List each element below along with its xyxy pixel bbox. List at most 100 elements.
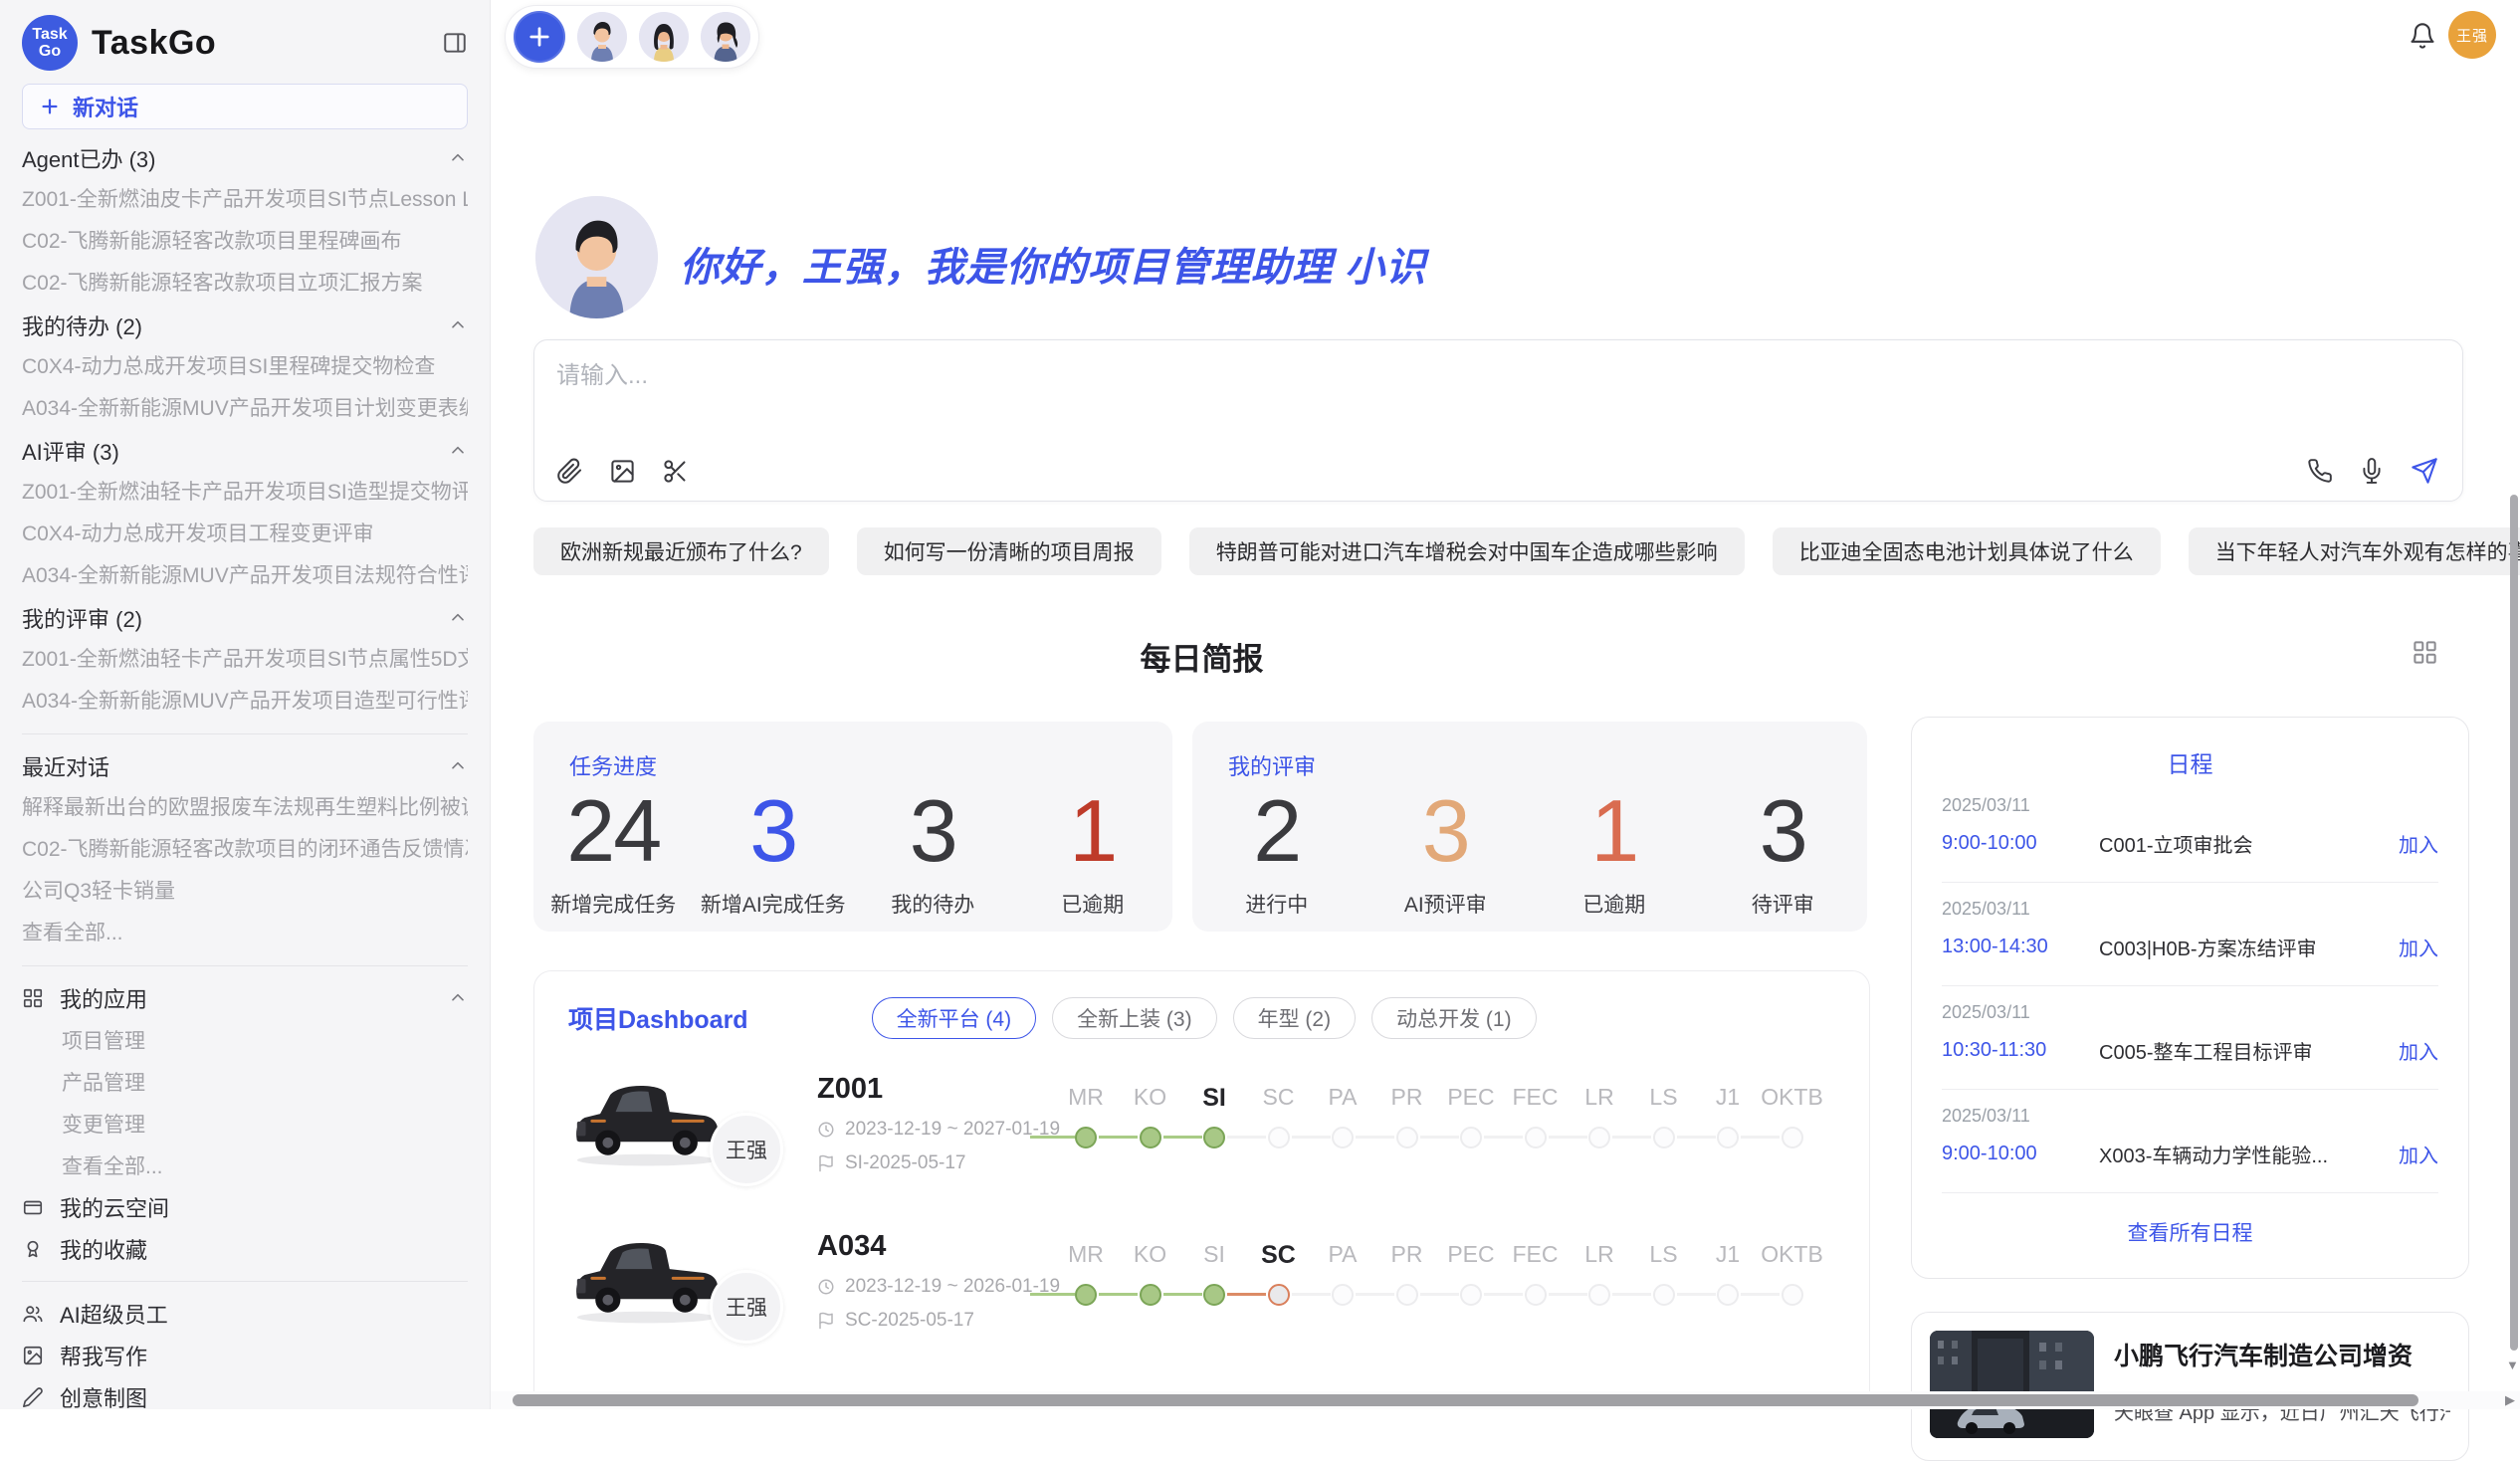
chevron-up-icon[interactable] xyxy=(448,988,468,1008)
project-name: A034 xyxy=(817,1230,886,1263)
layout-grid-icon[interactable] xyxy=(2412,639,2438,666)
news-title: 小鹏飞行汽车制造公司增资 xyxy=(2114,1337,2450,1372)
task-item[interactable]: Z001-全新燃油皮卡产品开发项目SI节点Lesson Learn报告 xyxy=(22,179,468,221)
section-my-review[interactable]: 我的评审 (2) xyxy=(22,597,468,639)
suggestion-chip[interactable]: 当下年轻人对汽车外观有怎样的喜好趋势 xyxy=(2189,527,2520,575)
schedule-date: 2025/03/11 xyxy=(1942,1106,2438,1127)
task-item[interactable]: C02-飞腾新能源轻客改款项目里程碑画布 xyxy=(22,221,402,263)
schedule-date: 2025/03/11 xyxy=(1942,795,2438,816)
scissors-icon[interactable] xyxy=(662,458,689,485)
stat-ai-prereview: 3 AI预评审 xyxy=(1362,787,1531,919)
sidebar-item-cloud-space[interactable]: 我的云空间 xyxy=(22,1186,468,1228)
chevron-up-icon[interactable] xyxy=(448,756,468,776)
join-link[interactable]: 加入 xyxy=(2399,933,2438,961)
milestone-dot xyxy=(1588,1284,1610,1306)
sidebar-item-ai-staff[interactable]: AI超级员工 xyxy=(22,1293,468,1335)
stat-label: 新增AI完成任务 xyxy=(701,889,846,919)
app-item-change-mgmt[interactable]: 变更管理 xyxy=(22,1103,468,1145)
stat-pending-review: 3 待评审 xyxy=(1699,787,1868,919)
stat-value: 3 xyxy=(1760,787,1806,875)
milestone-connector xyxy=(1741,1293,1780,1296)
view-all-apps[interactable]: 查看全部... xyxy=(22,1145,468,1186)
milestone-label: OKTB xyxy=(1753,1241,1832,1268)
logo-text-bottom: Go xyxy=(39,43,61,60)
notification-bell-icon[interactable] xyxy=(2409,22,2436,50)
task-item[interactable]: C0X4-动力总成开发项目工程变更评审 xyxy=(22,514,374,555)
scroll-right-arrow[interactable]: ▶ xyxy=(2505,1392,2515,1408)
sidebar-item-creative-draw[interactable]: 创意制图 xyxy=(22,1376,468,1418)
chevron-up-icon[interactable] xyxy=(448,148,468,168)
microphone-icon[interactable] xyxy=(2359,458,2385,484)
stat-value: 3 xyxy=(749,787,796,875)
schedule-time: 9:00-10:00 xyxy=(1942,832,2099,855)
suggestion-chip[interactable]: 欧洲新规最近颁布了什么? xyxy=(533,527,829,575)
milestone-connector xyxy=(1677,1293,1716,1296)
send-icon[interactable] xyxy=(2411,457,2438,485)
chevron-up-icon[interactable] xyxy=(448,441,468,461)
news-card[interactable]: 小鹏飞行汽车制造公司增资 天眼查 App 显示，近日广州汇天飞行汽... xyxy=(1911,1312,2469,1461)
chat-input[interactable] xyxy=(556,362,2248,390)
scroll-down-arrow[interactable]: ▼ xyxy=(2506,1357,2519,1372)
new-session-button[interactable] xyxy=(514,11,565,63)
tab-powertrain[interactable]: 动总开发 (1) xyxy=(1371,997,1537,1039)
daily-brief-title: 每日简报 xyxy=(533,634,1870,679)
recent-chat-item[interactable]: 公司Q3轻卡销量 xyxy=(22,871,175,913)
suggestion-chips: 欧洲新规最近颁布了什么? 如何写一份清晰的项目周报 特朗普可能对进口汽车增税会对… xyxy=(533,527,2520,575)
milestone-connector xyxy=(1484,1136,1523,1139)
join-link[interactable]: 加入 xyxy=(2399,1036,2438,1065)
stat-review-overdue: 1 已逾期 xyxy=(1530,787,1699,919)
attachment-icon[interactable] xyxy=(556,458,583,485)
sidebar-collapse-icon[interactable] xyxy=(442,30,468,56)
recent-chat-item[interactable]: 解释最新出台的欧盟报废车法规再生塑料比例被调至15%... xyxy=(22,787,468,829)
milestone-connector xyxy=(1549,1293,1587,1296)
task-item[interactable]: C02-飞腾新能源轻客改款项目立项汇报方案 xyxy=(22,263,423,305)
avatar[interactable] xyxy=(577,12,627,62)
join-link[interactable]: 加入 xyxy=(2399,829,2438,858)
sidebar-item-my-apps[interactable]: 我的应用 xyxy=(22,977,468,1019)
milestone-timeline: MRKOSISCPAPRPECFECLRLSJ1OKTB xyxy=(1032,1059,1858,1228)
section-ai-review[interactable]: AI评审 (3) xyxy=(22,430,468,472)
vertical-scrollbar-thumb[interactable] xyxy=(2510,495,2518,1351)
app-item-project-mgmt[interactable]: 项目管理 xyxy=(22,1019,468,1061)
join-link[interactable]: 加入 xyxy=(2399,1140,2438,1168)
milestone-dot xyxy=(1140,1284,1161,1306)
schedule-date: 2025/03/11 xyxy=(1942,1002,2438,1023)
chevron-up-icon[interactable] xyxy=(448,315,468,335)
voice-call-icon[interactable] xyxy=(2307,458,2333,484)
sidebar-item-help-write[interactable]: 帮我写作 xyxy=(22,1335,468,1376)
view-all-chats[interactable]: 查看全部... xyxy=(22,913,123,954)
task-item[interactable]: A034-全新新能源MUV产品开发项目计划变更表编写 xyxy=(22,388,468,430)
section-my-todo[interactable]: 我的待办 (2) xyxy=(22,305,468,346)
section-agent-done[interactable]: Agent已办 (3) xyxy=(22,137,468,179)
task-item[interactable]: A034-全新新能源MUV产品开发项目造型可行性评审 xyxy=(22,681,468,723)
task-item[interactable]: Z001-全新燃油轻卡产品开发项目SI节点属性5D文件评审 xyxy=(22,639,468,681)
suggestion-chip[interactable]: 比亚迪全固态电池计划具体说了什么 xyxy=(1773,527,2161,575)
tab-model-year[interactable]: 年型 (2) xyxy=(1233,997,1357,1039)
avatar[interactable] xyxy=(639,12,689,62)
sidebar-item-favorites[interactable]: 我的收藏 xyxy=(22,1228,468,1270)
tab-new-platform[interactable]: 全新平台 (4) xyxy=(872,997,1037,1039)
milestone-dot xyxy=(1525,1127,1547,1148)
user-avatar[interactable]: 王强 xyxy=(2448,11,2496,59)
avatar[interactable] xyxy=(701,12,750,62)
chevron-up-icon[interactable] xyxy=(448,608,468,628)
suggestion-chip[interactable]: 如何写一份清晰的项目周报 xyxy=(857,527,1161,575)
suggestion-chip[interactable]: 特朗普可能对进口汽车增税会对中国车企造成哪些影响 xyxy=(1189,527,1745,575)
task-item[interactable]: Z001-全新燃油轻卡产品开发项目SI造型提交物评审 xyxy=(22,472,468,514)
tab-new-body[interactable]: 全新上装 (3) xyxy=(1052,997,1217,1039)
schedule-time: 10:30-11:30 xyxy=(1942,1039,2099,1062)
task-progress-card: 任务进度 24 新增完成任务 3 新增AI完成任务 3 我的待办 1 已逾期 xyxy=(533,722,1172,932)
app-item-product-mgmt[interactable]: 产品管理 xyxy=(22,1061,468,1103)
milestone-dot xyxy=(1588,1127,1610,1148)
milestone-connector xyxy=(1356,1136,1394,1139)
new-chat-button[interactable]: 新对话 xyxy=(22,84,468,129)
recent-chat-item[interactable]: C02-飞腾新能源轻客改款项目的闭环通告反馈情况 xyxy=(22,829,468,871)
milestone-connector xyxy=(1741,1136,1780,1139)
section-recent-chats[interactable]: 最近对话 xyxy=(22,745,468,787)
task-item[interactable]: C0X4-动力总成开发项目SI里程碑提交物检查 xyxy=(22,346,435,388)
view-all-schedule-link[interactable]: 查看所有日程 xyxy=(1942,1217,2438,1247)
task-item[interactable]: A034-全新新能源MUV产品开发项目法规符合性评审 xyxy=(22,555,468,597)
image-upload-icon[interactable] xyxy=(609,458,636,485)
app-logo-row: Task Go TaskGo xyxy=(22,12,468,74)
horizontal-scrollbar-thumb[interactable] xyxy=(513,1394,2418,1406)
